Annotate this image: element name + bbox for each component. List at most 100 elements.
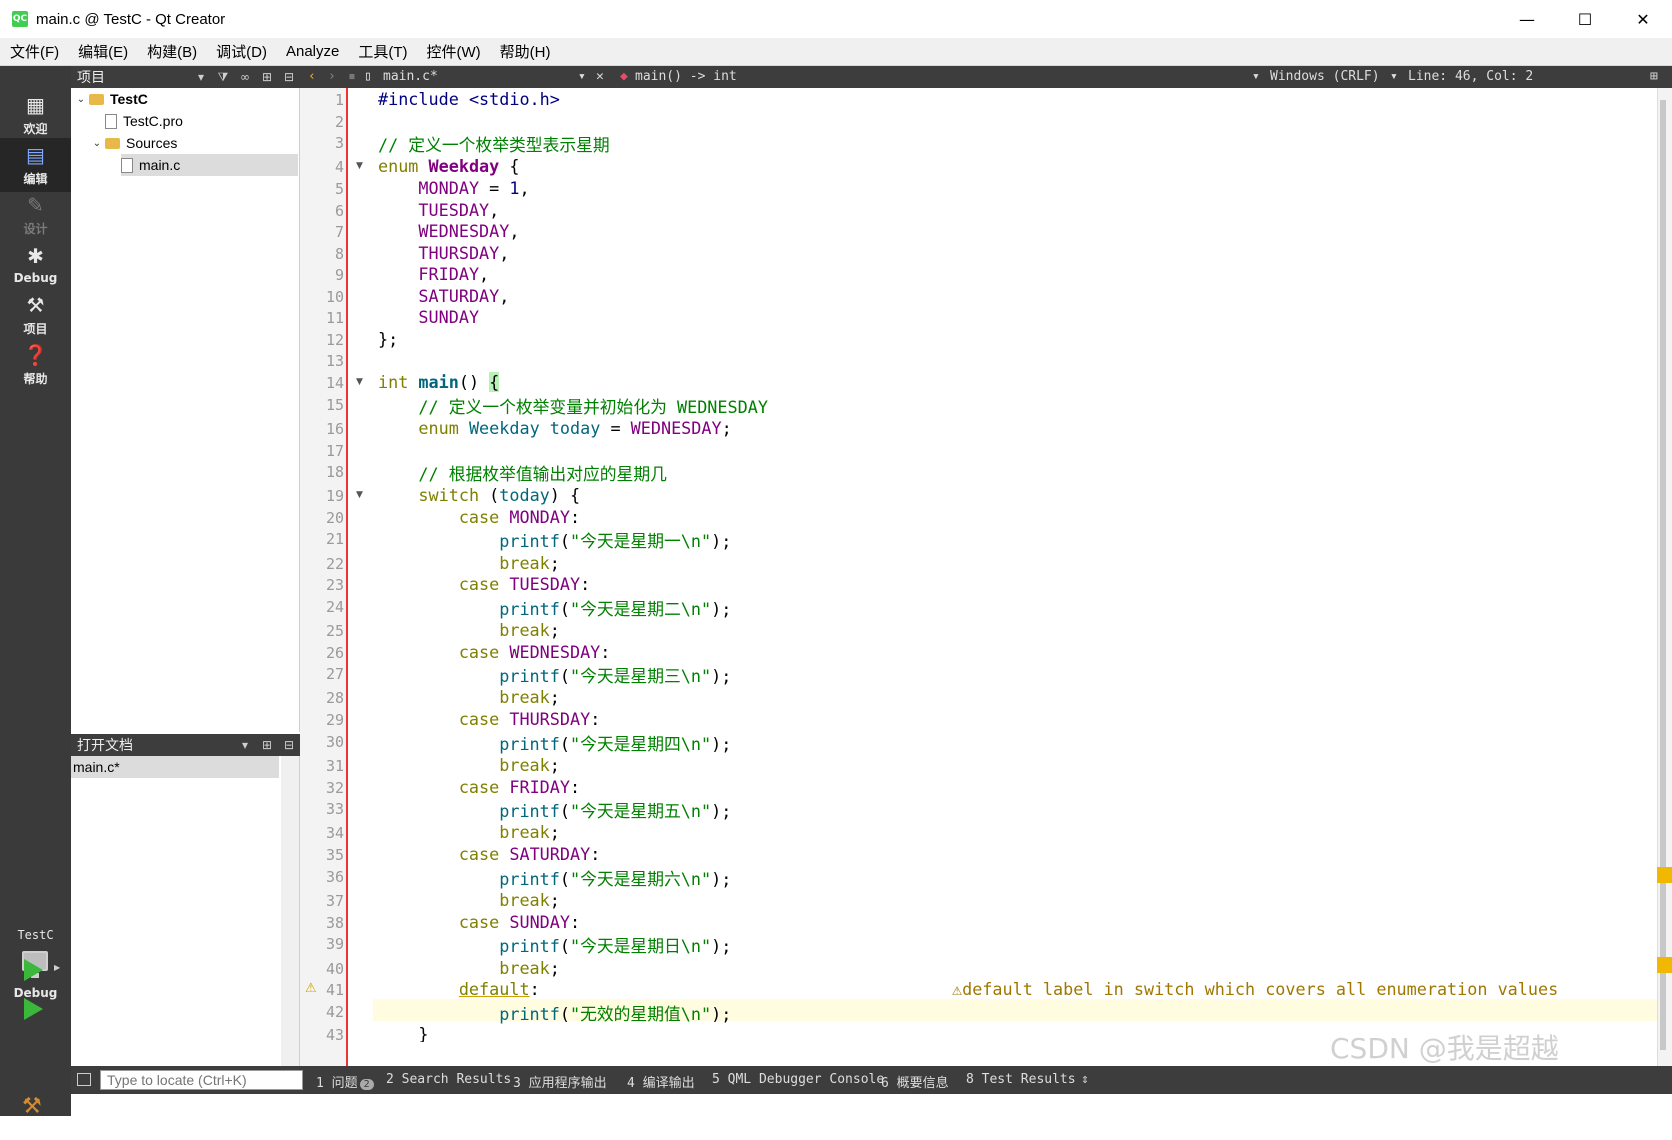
tab-compile-output[interactable]: 4 编译输出 bbox=[627, 1072, 695, 1091]
token: // 根据枚举值输出对应的星期几 bbox=[418, 464, 667, 484]
help-icon: ❓ bbox=[23, 342, 48, 367]
split-icon[interactable]: ⊞ bbox=[256, 738, 278, 752]
menu-debug[interactable]: 调试(D) bbox=[206, 41, 276, 62]
symbol-dropdown-icon[interactable]: ▾ bbox=[1252, 69, 1260, 84]
split-icon[interactable]: ⊞ bbox=[256, 70, 278, 84]
debug-run-button[interactable] bbox=[24, 998, 43, 1020]
menu-widgets[interactable]: 控件(W) bbox=[417, 41, 490, 62]
tab-application-output[interactable]: 3 应用程序输出 bbox=[513, 1072, 607, 1091]
line-number: 17 bbox=[325, 442, 344, 460]
menu-analyze[interactable]: Analyze bbox=[276, 43, 348, 60]
chevron-down-icon[interactable]: ⌄ bbox=[89, 138, 105, 149]
grid-icon: ▦ bbox=[26, 92, 45, 117]
menu-file[interactable]: 文件(F) bbox=[0, 41, 68, 62]
edit-icon: ▤ bbox=[26, 142, 45, 167]
mode-debug[interactable]: ✱ Debug bbox=[0, 238, 71, 292]
token: "今天是星期六\n" bbox=[569, 869, 712, 889]
code-line-30: printf("今天是星期四\n"); bbox=[378, 731, 731, 755]
filter-icon[interactable]: ⧩ bbox=[212, 70, 234, 85]
tab-general-messages[interactable]: 6 概要信息 bbox=[881, 1072, 949, 1091]
cursor-position[interactable]: Line: 46, Col: 2 bbox=[1408, 69, 1533, 84]
token: printf bbox=[499, 531, 560, 551]
code-line-38: case SUNDAY: bbox=[378, 912, 580, 932]
code-line-42: printf("无效的星期值\n"); bbox=[378, 1001, 731, 1025]
token: THURSDAY bbox=[509, 709, 591, 729]
mode-design[interactable]: ✎ 设计 bbox=[0, 188, 71, 242]
tree-item-label: Sources bbox=[126, 135, 178, 151]
token: = bbox=[610, 418, 621, 438]
watermark: CSDN @我是超越 bbox=[1330, 1032, 1559, 1065]
scrollbar[interactable] bbox=[281, 756, 299, 1066]
mode-projects[interactable]: ⚒ 项目 bbox=[0, 288, 71, 342]
maximize-button[interactable]: ☐ bbox=[1556, 0, 1614, 38]
run-button[interactable] bbox=[24, 959, 43, 981]
token: THURSDAY bbox=[418, 243, 500, 263]
locator-input[interactable] bbox=[100, 1070, 303, 1090]
minimize-button[interactable]: — bbox=[1498, 0, 1556, 38]
menu-build[interactable]: 构建(B) bbox=[137, 41, 206, 62]
fold-marker-icon[interactable]: ▼ bbox=[356, 161, 363, 171]
token: , bbox=[509, 221, 520, 241]
line-number: 12 bbox=[325, 331, 344, 349]
kit-project-name: TestC bbox=[17, 928, 54, 942]
line-number: 15 bbox=[325, 396, 344, 414]
dropdown-icon[interactable]: ▾ bbox=[190, 70, 212, 84]
hammer-icon[interactable]: ⚒ bbox=[22, 1094, 42, 1119]
projects-panel-title[interactable]: 项目 bbox=[77, 67, 190, 87]
scrollbar-thumb[interactable] bbox=[1660, 100, 1666, 1050]
bug-icon: ✱ bbox=[27, 244, 44, 268]
tab-qml-debugger-console[interactable]: 5 QML Debugger Console bbox=[712, 1072, 884, 1087]
line-ending-selector[interactable]: Windows (CRLF) bbox=[1270, 69, 1380, 84]
code-line-40: break; bbox=[378, 958, 560, 978]
tree-item-testc[interactable]: ⌄ TestC bbox=[73, 88, 298, 110]
dropdown-icon[interactable]: ▾ bbox=[234, 738, 256, 752]
tab-issues[interactable]: 1 问题 2 bbox=[316, 1072, 374, 1091]
menu-help[interactable]: 帮助(H) bbox=[490, 41, 560, 62]
close-file-icon[interactable]: ✕ bbox=[596, 69, 604, 84]
mode-edit[interactable]: ▤ 编辑 bbox=[0, 138, 71, 192]
split-editor-icon[interactable]: ⊞ bbox=[1650, 69, 1658, 84]
file-dropdown-icon[interactable]: ▾ bbox=[578, 69, 586, 84]
fold-marker-icon[interactable]: ▼ bbox=[356, 377, 363, 387]
token: case bbox=[458, 507, 500, 527]
tree-item-main-c[interactable]: main.c bbox=[121, 154, 298, 176]
line-number: 11 bbox=[325, 309, 344, 327]
toggle-sidebar-icon[interactable] bbox=[77, 1073, 91, 1086]
symbol-selector[interactable]: main() -> int bbox=[635, 69, 737, 84]
tree-item-sources[interactable]: ⌄ Sources bbox=[89, 132, 298, 154]
close-panel-icon[interactable]: ⊟ bbox=[278, 738, 300, 752]
mode-help[interactable]: ❓ 帮助 bbox=[0, 338, 71, 392]
token: , bbox=[489, 200, 500, 220]
token: ; bbox=[549, 822, 560, 842]
tab-test-results[interactable]: 8 Test Results bbox=[966, 1072, 1076, 1087]
token: ); bbox=[711, 734, 732, 754]
line-number: 13 bbox=[325, 352, 344, 370]
tab-search-results[interactable]: 2 Search Results bbox=[386, 1072, 511, 1087]
open-docs-title[interactable]: 打开文档 bbox=[77, 735, 234, 755]
tree-item-label: main.c bbox=[139, 157, 181, 173]
token: "今天是星期一\n" bbox=[569, 531, 712, 551]
close-panel-icon[interactable]: ⊟ bbox=[278, 70, 300, 84]
close-button[interactable]: ✕ bbox=[1614, 0, 1672, 38]
mode-welcome[interactable]: ▦ 欢迎 bbox=[0, 88, 71, 142]
token: : bbox=[580, 574, 591, 594]
menu-edit[interactable]: 编辑(E) bbox=[68, 41, 137, 62]
current-file-label[interactable]: main.c* bbox=[383, 69, 438, 84]
link-icon[interactable]: ∞ bbox=[234, 70, 256, 84]
open-doc-item[interactable]: main.c* bbox=[71, 756, 279, 778]
mode-selector: ▦ 欢迎 ▤ 编辑 ✎ 设计 ✱ Debug ⚒ 项目 ❓ 帮助 TestC ▶… bbox=[0, 66, 71, 1119]
back-arrow-icon[interactable]: ‹ bbox=[308, 69, 316, 84]
chevron-down-icon[interactable]: ⌄ bbox=[73, 94, 89, 105]
code-line-39: printf("今天是星期日\n"); bbox=[378, 933, 731, 957]
menu-tools[interactable]: 工具(T) bbox=[348, 41, 416, 62]
token: { bbox=[509, 156, 520, 176]
fold-marker-icon[interactable]: ▼ bbox=[356, 490, 363, 500]
tabs-more-icon[interactable]: ⇕ bbox=[1081, 1072, 1089, 1087]
forward-arrow-icon[interactable]: › bbox=[328, 69, 336, 84]
line-ending-dropdown-icon[interactable]: ▾ bbox=[1390, 69, 1398, 84]
code-line-37: break; bbox=[378, 890, 560, 910]
tree-item-testc-pro[interactable]: TestC.pro bbox=[105, 110, 298, 132]
line-number: 42 bbox=[325, 1003, 344, 1021]
inline-warning[interactable]: ⚠default label in switch which covers al… bbox=[952, 979, 1558, 999]
token: MONDAY bbox=[509, 507, 570, 527]
